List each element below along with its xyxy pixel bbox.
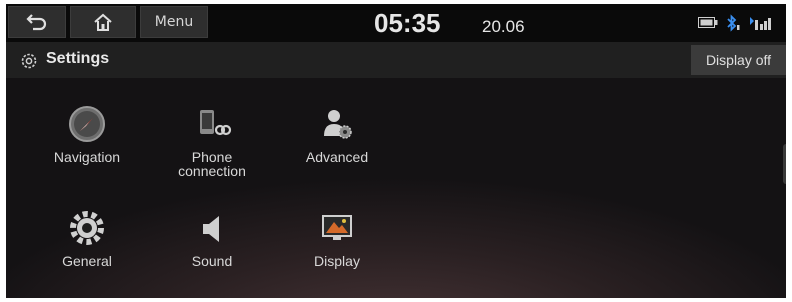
navigation-label: Navigation: [53, 149, 121, 165]
display-label: Display: [314, 253, 360, 269]
status-bar: Menu 05:35 20.06: [6, 4, 786, 42]
side-panel-handle[interactable]: [783, 144, 786, 184]
menu-button[interactable]: Menu: [140, 6, 208, 38]
navigation-item[interactable]: Navigation: [32, 104, 142, 164]
back-button[interactable]: [8, 6, 66, 38]
menu-label: Menu: [154, 14, 194, 30]
advanced-icon: [324, 110, 352, 139]
speaker-icon: [203, 216, 219, 242]
phone-connection-icon: [200, 110, 232, 136]
general-gear-icon: [70, 211, 104, 245]
bluetooth-icon: [727, 14, 740, 32]
signal-icon: [750, 17, 771, 30]
display-icon: [322, 215, 352, 240]
head-unit-screen: Menu 05:35 20.06 Settings Display off Na…: [6, 4, 786, 298]
general-item[interactable]: General: [32, 208, 142, 268]
page-title: Settings: [46, 50, 110, 67]
clock: 05:35: [374, 8, 441, 38]
settings-gear-icon: [21, 53, 37, 69]
home-button[interactable]: [70, 6, 136, 38]
display-item[interactable]: Display: [282, 208, 392, 268]
battery-icon: [698, 17, 718, 28]
sound-label: Sound: [191, 253, 233, 269]
date: 20.06: [482, 17, 525, 36]
advanced-label: Advanced: [305, 149, 369, 165]
display-off-button[interactable]: Display off: [691, 45, 786, 75]
navigation-icon: [69, 106, 105, 142]
phone-connection-label: Phone connection: [178, 149, 246, 179]
header-bar: Settings: [6, 42, 786, 78]
back-arrow-icon: [26, 14, 47, 31]
phone-connection-item[interactable]: Phone connection: [157, 104, 267, 178]
sound-item[interactable]: Sound: [157, 208, 267, 268]
display-off-label: Display off: [705, 52, 772, 68]
home-icon: [94, 13, 112, 31]
general-label: General: [62, 253, 112, 269]
advanced-item[interactable]: Advanced: [282, 104, 392, 164]
